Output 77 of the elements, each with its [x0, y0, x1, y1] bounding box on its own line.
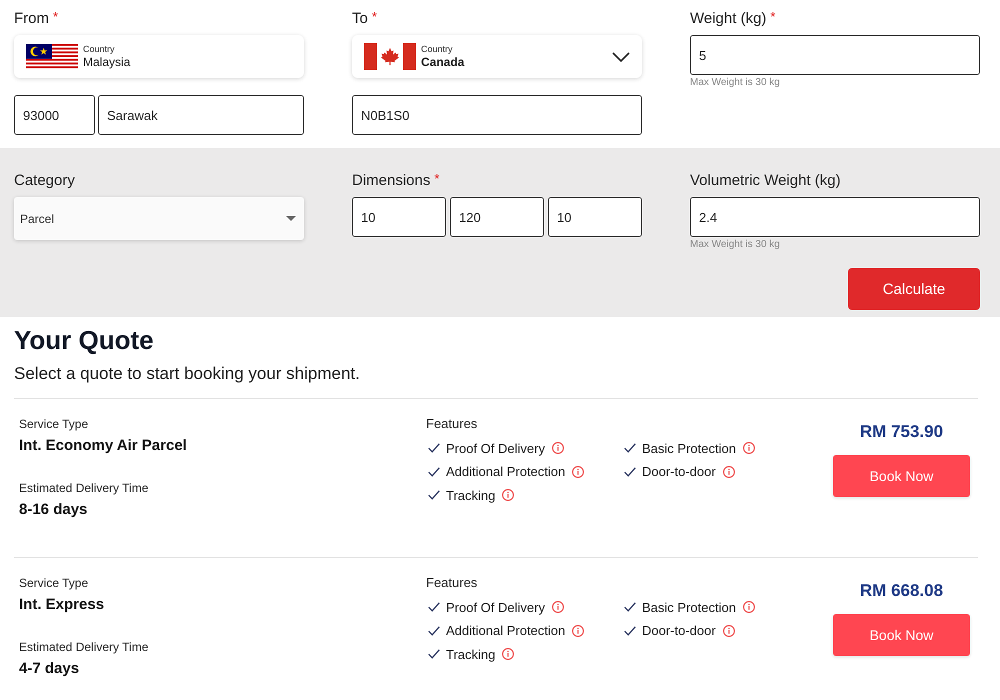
feature-text: Proof Of Delivery [446, 440, 545, 456]
chevron-down-icon [612, 52, 630, 62]
service-type-label: Service Type [19, 416, 88, 432]
service-type-name: Int. Economy Air Parcel [19, 436, 187, 456]
features-label: Features [426, 416, 478, 432]
country-caption: Country [83, 44, 116, 54]
check-icon [428, 602, 440, 612]
feature-text: Basic Protection [642, 440, 736, 456]
info-icon[interactable] [552, 442, 564, 454]
section-subtitle: Select a quote to start booking your shipment. [14, 363, 361, 385]
postcode-input[interactable]: N0B1S0 [352, 95, 642, 135]
maple-leaf-flag-icon [364, 43, 416, 70]
info-icon[interactable] [552, 601, 564, 613]
delivery-time: 4-7 days [19, 659, 80, 679]
info-icon[interactable] [502, 489, 514, 501]
required-asterisk: * [434, 172, 440, 188]
hint-text: Max Weight is 30 kg [690, 78, 781, 88]
feature-text: Tracking [446, 488, 496, 502]
info-icon[interactable] [742, 601, 755, 613]
check-icon [428, 443, 440, 453]
feature-text: Additional Protection [446, 464, 566, 479]
delivery-time: 8-16 days [19, 500, 88, 520]
delivery-time-label: Estimated Delivery Time [19, 639, 148, 655]
category-select[interactable]: Parcel [14, 197, 304, 240]
dimension-input[interactable]: 10 [548, 197, 642, 237]
calculate-button[interactable]: Calculate [848, 268, 980, 310]
feature-text: Door-to-door [642, 464, 716, 479]
info-icon[interactable] [572, 624, 584, 636]
feature-text: Proof Of Delivery [446, 600, 545, 614]
features-label: Features [426, 575, 478, 591]
info-icon[interactable] [572, 466, 584, 478]
country-name: Malaysia [83, 54, 132, 70]
volumetric-weight-input[interactable]: 2.4 [690, 197, 980, 237]
select-value: Parcel [20, 212, 54, 226]
field-label: Category [14, 172, 75, 190]
caret-down-icon [286, 216, 296, 221]
country-name: Canada [421, 54, 466, 70]
check-icon [624, 602, 636, 612]
dimension-input[interactable]: 120 [450, 197, 544, 237]
state-input[interactable]: Sarawak [98, 95, 304, 135]
info-icon[interactable] [502, 648, 514, 660]
section-title: Your Quote [14, 325, 155, 355]
check-icon [624, 626, 636, 636]
dimension-input[interactable]: 10 [352, 197, 446, 237]
field-label: From [14, 10, 49, 28]
weight-input[interactable]: 5 [690, 35, 980, 75]
check-icon [428, 490, 440, 500]
info-icon[interactable] [722, 466, 735, 478]
feature-text: Tracking [446, 646, 496, 662]
info-icon[interactable] [722, 624, 735, 636]
price-text: RM 753.90 [860, 421, 944, 443]
check-icon [428, 649, 440, 659]
field-label: Weight (kg) [690, 10, 766, 28]
info-icon[interactable] [742, 442, 755, 454]
country-selector[interactable]: Country Malaysia [14, 35, 304, 78]
malaysia-flag-icon [26, 44, 78, 70]
field-label: Volumetric Weight (kg) [690, 172, 841, 190]
field-label: Dimensions [352, 172, 430, 190]
postcode-input[interactable]: 93000 [14, 95, 95, 135]
check-icon [428, 466, 440, 476]
hint-text: Max Weight is 30 kg [690, 240, 781, 250]
required-asterisk: * [53, 10, 58, 26]
feature-text: Additional Protection [446, 623, 566, 638]
check-icon [428, 626, 440, 636]
required-asterisk: * [372, 10, 377, 26]
field-label: To [352, 10, 368, 28]
check-icon [624, 443, 636, 453]
required-asterisk: * [770, 10, 776, 26]
price-text: RM 668.08 [860, 580, 944, 602]
country-caption: Country [421, 44, 454, 54]
service-type-name: Int. Express [19, 595, 104, 615]
country-selector[interactable]: Country Canada [352, 35, 642, 78]
service-type-label: Service Type [19, 575, 88, 591]
feature-text: Door-to-door [642, 623, 716, 638]
check-icon [624, 466, 636, 476]
feature-text: Basic Protection [642, 600, 736, 614]
delivery-time-label: Estimated Delivery Time [19, 480, 148, 496]
